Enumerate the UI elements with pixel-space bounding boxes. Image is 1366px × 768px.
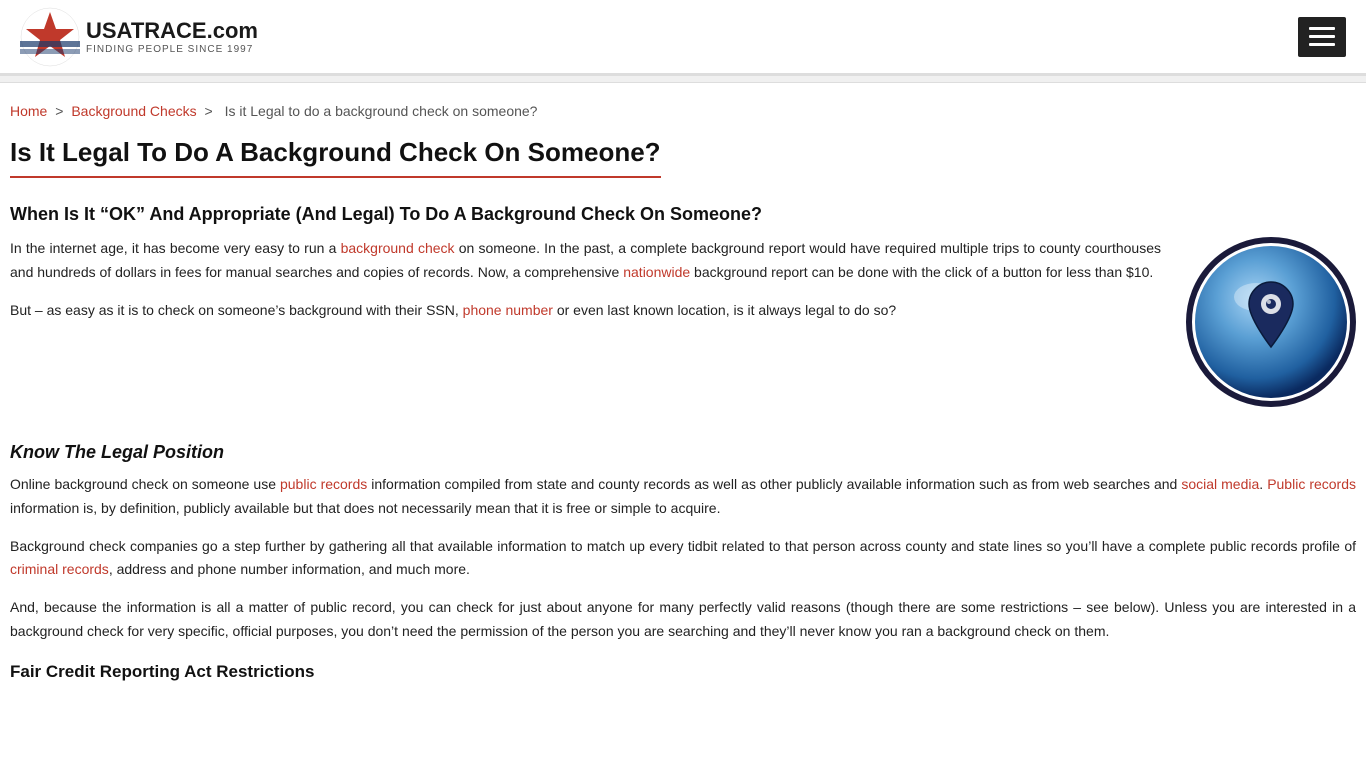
para2-text1: But – as easy as it is to check on someo…: [10, 302, 463, 318]
section2-title: Know The Legal Position: [10, 442, 1356, 463]
header-separator: [0, 75, 1366, 83]
content-area: When Is It “OK” And Appropriate (And Leg…: [10, 204, 1356, 682]
menu-line-3: [1309, 43, 1335, 46]
public-records-link1[interactable]: public records: [280, 476, 367, 492]
s2p1-text2: information compiled from state and coun…: [367, 476, 1181, 492]
hamburger-menu-button[interactable]: [1298, 17, 1346, 57]
logo-tagline: FINDING PEOPLE SINCE 1997: [86, 44, 258, 55]
s2p2-text1: Background check companies go a step fur…: [10, 538, 1356, 554]
site-header: USATRACE.com FINDING PEOPLE SINCE 1997: [0, 0, 1366, 75]
page-title: Is It Legal To Do A Background Check On …: [10, 137, 661, 178]
breadcrumb-separator-1: >: [55, 103, 67, 119]
s2p1-text1: Online background check on someone use: [10, 476, 280, 492]
menu-line-1: [1309, 27, 1335, 30]
criminal-records-link[interactable]: criminal records: [10, 561, 109, 577]
paragraph1: In the internet age, it has become very …: [10, 237, 1356, 285]
s2p1-text3: .: [1259, 476, 1267, 492]
para1-text3: background report can be done with the c…: [690, 264, 1153, 280]
location-pin-image: [1186, 237, 1356, 407]
logo-site-name: USATRACE.com: [86, 18, 258, 44]
section2-paragraph1: Online background check on someone use p…: [10, 473, 1356, 521]
section1-heading: When Is It “OK” And Appropriate (And Leg…: [10, 204, 1356, 225]
paragraph2: But – as easy as it is to check on someo…: [10, 299, 1356, 323]
s2p2-text2: , address and phone number information, …: [109, 561, 470, 577]
section2-paragraph2: Background check companies go a step fur…: [10, 535, 1356, 583]
breadcrumb: Home > Background Checks > Is it Legal t…: [10, 103, 1356, 119]
social-media-link[interactable]: social media: [1181, 476, 1259, 492]
phone-number-link[interactable]: phone number: [463, 302, 553, 318]
para2-text2: or even last known location, is it alway…: [553, 302, 896, 318]
logo-star-icon: [20, 7, 80, 67]
s2p1-text4: information is, by definition, publicly …: [10, 500, 720, 516]
menu-line-2: [1309, 35, 1335, 38]
logo-text: USATRACE.com FINDING PEOPLE SINCE 1997: [86, 18, 258, 55]
breadcrumb-background-checks-link[interactable]: Background Checks: [71, 103, 196, 119]
location-pin-svg: [1186, 237, 1356, 407]
breadcrumb-home-link[interactable]: Home: [10, 103, 47, 119]
section3-title: Fair Credit Reporting Act Restrictions: [10, 662, 1356, 682]
breadcrumb-separator-2: >: [205, 103, 217, 119]
paragraph1-container: In the internet age, it has become very …: [10, 237, 1356, 422]
public-records-link2[interactable]: Public records: [1267, 476, 1356, 492]
breadcrumb-current: Is it Legal to do a background check on …: [225, 103, 538, 119]
main-content: Home > Background Checks > Is it Legal t…: [0, 83, 1366, 710]
para1-text1: In the internet age, it has become very …: [10, 240, 341, 256]
logo[interactable]: USATRACE.com FINDING PEOPLE SINCE 1997: [20, 7, 258, 67]
nationwide-link[interactable]: nationwide: [623, 264, 690, 280]
background-check-link[interactable]: background check: [341, 240, 455, 256]
section2-paragraph3: And, because the information is all a ma…: [10, 596, 1356, 644]
